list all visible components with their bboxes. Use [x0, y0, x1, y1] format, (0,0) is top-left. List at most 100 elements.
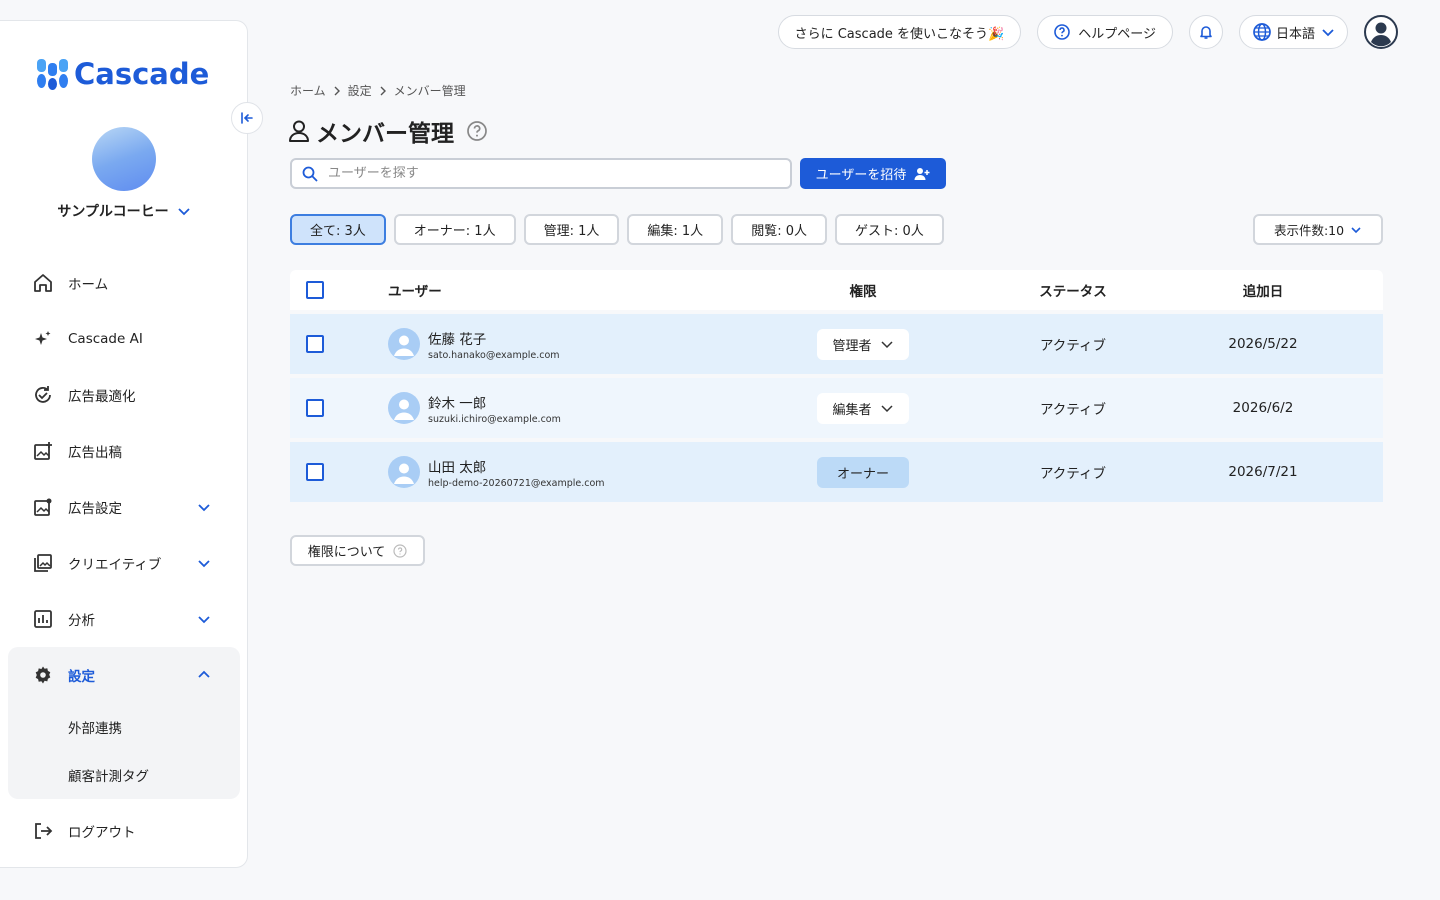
column-header-status: ステータス [1039, 284, 1107, 300]
sidebar-subitem-tracking-tag[interactable]: 顧客計測タグ [8, 751, 240, 799]
column-header-date: 追加日 [1242, 284, 1284, 300]
sidebar-item-label: クリエイティブ [68, 557, 162, 573]
row-checkbox[interactable] [306, 335, 324, 353]
invite-user-button[interactable]: ユーザーを招待 [800, 158, 946, 189]
language-label: 日本語 [1275, 26, 1315, 42]
table-header: ユーザー 権限 ステータス 追加日 [290, 270, 1383, 310]
help-circle-icon [1054, 24, 1071, 40]
status-text: アクティブ [1039, 338, 1106, 354]
chevron-down-icon [880, 341, 893, 349]
sidebar-item-analytics[interactable]: 分析 [8, 591, 240, 647]
user-avatar-button[interactable] [1364, 15, 1398, 49]
promo-label: さらに Cascade を使いこなそう🎉 [794, 26, 1005, 42]
help-circle-icon[interactable] [466, 120, 488, 142]
help-circle-icon [393, 543, 407, 558]
user-icon [394, 399, 414, 420]
user-name: 佐藤 花子 [428, 331, 487, 348]
chevron-down-icon [198, 560, 210, 568]
collapse-sidebar-button[interactable] [231, 102, 263, 134]
chevron-right-icon [334, 86, 340, 95]
permissions-info-button[interactable]: 権限について [290, 535, 425, 566]
status-text: アクティブ [1039, 466, 1106, 482]
role-cell: オーナー [768, 456, 958, 488]
sidebar-item-home[interactable]: ホーム [8, 255, 240, 311]
sidebar-item-label: ホーム [68, 277, 109, 293]
row-checkbox[interactable] [306, 463, 324, 481]
user-info: 佐藤 花子 sato.hanako@example.com [428, 328, 560, 361]
chevron-right-icon [380, 86, 386, 95]
user-search [290, 158, 792, 189]
sidebar-item-ad-optimization[interactable]: 広告最適化 [8, 367, 240, 423]
filter-all[interactable]: 全て: 3人 [290, 214, 386, 245]
user-name: 山田 太郎 [428, 459, 487, 476]
chevron-down-icon [198, 616, 210, 624]
image-add-icon [32, 440, 54, 462]
table-row: 佐藤 花子 sato.hanako@example.com 管理者 アクティブ … [290, 314, 1383, 374]
user-cell: 山田 太郎 help-demo-20260721@example.com [388, 456, 768, 489]
cascade-logo[interactable]: Cascade [37, 57, 209, 91]
role-select[interactable]: 管理者 [817, 328, 909, 360]
user-cell: 佐藤 花子 sato.hanako@example.com [388, 328, 768, 361]
search-icon [302, 166, 318, 182]
help-label: ヘルプページ [1078, 26, 1156, 42]
role-badge: オーナー [817, 456, 909, 488]
chart-icon [32, 608, 54, 630]
sidebar-group-settings: 設定 外部連携 顧客計測タグ [8, 647, 240, 799]
promo-button[interactable]: さらに Cascade を使いこなそう🎉 [777, 15, 1022, 49]
sidebar-item-label: 広告出稿 [68, 445, 122, 461]
per-page-selector[interactable]: 表示件数:10 [1253, 214, 1383, 245]
sidebar-item-settings[interactable]: 設定 [8, 647, 240, 703]
column-header-user: ユーザー [388, 284, 442, 300]
column-header-role: 権限 [849, 284, 877, 300]
user-icon [394, 463, 414, 484]
sidebar-item-ad-placement[interactable]: 広告出稿 [8, 423, 240, 479]
breadcrumb-home[interactable]: ホーム [290, 82, 326, 99]
row-checkbox[interactable] [306, 399, 324, 417]
role-select[interactable]: 編集者 [817, 392, 909, 424]
added-date: 2026/7/21 [1228, 464, 1298, 480]
select-all-checkbox[interactable] [306, 281, 324, 299]
bell-icon [1200, 26, 1212, 39]
search-input[interactable] [328, 166, 768, 181]
gear-icon [32, 664, 54, 686]
sidebar-item-ad-settings[interactable]: 広告設定 [8, 479, 240, 535]
logout-button[interactable]: ログアウト [8, 803, 240, 859]
sidebar-item-label: Cascade AI [68, 331, 143, 347]
cascade-logo-icon [37, 58, 68, 90]
logout-label: ログアウト [68, 825, 136, 841]
globe-icon [1253, 23, 1271, 41]
user-icon [394, 335, 414, 356]
image-gear-icon [32, 496, 54, 518]
page-title: メンバー管理 [316, 121, 454, 147]
filter-owner[interactable]: オーナー: 1人 [393, 214, 516, 245]
top-bar: さらに Cascade を使いこなそう🎉 ヘルプページ 日本語 [762, 15, 1398, 49]
role-label: 編集者 [832, 402, 872, 418]
added-date: 2026/5/22 [1228, 336, 1298, 352]
sidebar-item-creative[interactable]: クリエイティブ [8, 535, 240, 591]
filter-guest[interactable]: ゲスト: 0人 [834, 214, 944, 245]
filter-admin[interactable]: 管理: 1人 [523, 214, 620, 245]
breadcrumb-current: メンバー管理 [393, 84, 466, 98]
sidebar-subitem-integrations[interactable]: 外部連携 [8, 703, 240, 751]
role-label: 管理者 [832, 338, 872, 354]
help-page-button[interactable]: ヘルプページ [1037, 15, 1173, 49]
permissions-info-label: 権限について [307, 545, 386, 560]
filter-viewer[interactable]: 閲覧: 0人 [731, 214, 827, 245]
breadcrumb-settings[interactable]: 設定 [348, 82, 372, 99]
home-icon [32, 272, 54, 294]
company-selector[interactable]: サンプルコーヒー [0, 201, 248, 221]
sidebar-item-label: 設定 [68, 669, 95, 685]
language-selector[interactable]: 日本語 [1238, 15, 1348, 49]
logout-icon [32, 820, 54, 842]
per-page-label: 表示件数:10 [1273, 223, 1345, 238]
logout-area: ログアウト [8, 803, 240, 859]
added-date: 2026/6/2 [1232, 400, 1294, 416]
user-name: 鈴木 一郎 [428, 395, 487, 412]
sidebar-item-cascade-ai[interactable]: Cascade AI [8, 311, 240, 367]
notification-button[interactable] [1188, 15, 1223, 49]
person-add-icon [914, 167, 930, 180]
breadcrumb: ホーム 設定 メンバー管理 [290, 82, 466, 99]
gallery-icon [32, 552, 54, 574]
role-cell: 管理者 [768, 328, 958, 360]
filter-editor[interactable]: 編集: 1人 [627, 214, 724, 245]
